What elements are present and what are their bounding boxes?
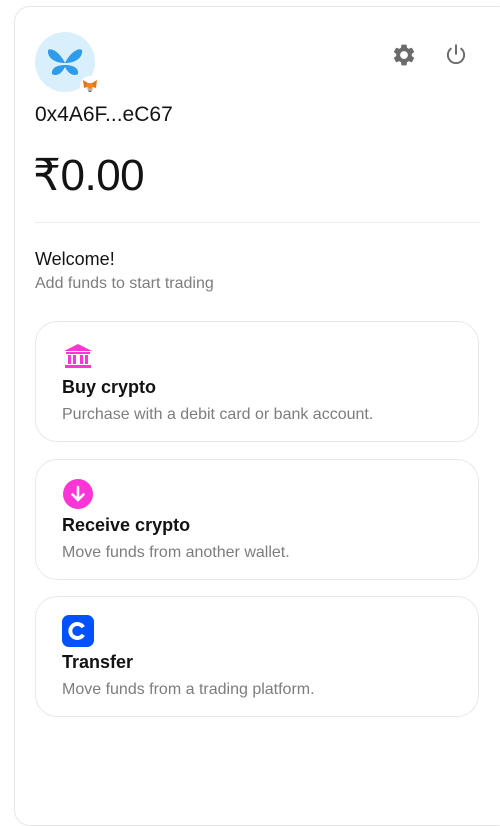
buy-crypto-title: Buy crypto (62, 377, 157, 397)
buy-crypto-card[interactable]: Buy crypto Purchase with a debit card or… (35, 321, 479, 442)
bank-icon (62, 340, 94, 372)
gear-icon (393, 44, 415, 66)
disconnect-button[interactable] (443, 42, 469, 68)
welcome-title: Welcome! (35, 249, 115, 269)
arrow-down-circle-icon (62, 478, 94, 510)
settings-button[interactable] (391, 42, 417, 68)
metamask-fox-icon (83, 80, 97, 92)
transfer-description: Move funds from a trading platform. (62, 681, 315, 698)
metamask-badge (80, 76, 100, 96)
welcome-subtitle: Add funds to start trading (35, 275, 214, 292)
buy-crypto-description: Purchase with a debit card or bank accou… (62, 406, 374, 423)
receive-crypto-card[interactable]: Receive crypto Move funds from another w… (35, 459, 479, 580)
transfer-title: Transfer (62, 652, 134, 672)
coinbase-icon (62, 615, 94, 647)
divider (35, 222, 480, 223)
wallet-balance: ₹0.00 (33, 151, 145, 200)
transfer-card[interactable]: Transfer Move funds from a trading platf… (35, 596, 479, 717)
receive-crypto-title: Receive crypto (62, 515, 191, 535)
wallet-address[interactable]: 0x4A6F...eC67 (35, 103, 173, 127)
power-icon (446, 44, 466, 64)
receive-crypto-description: Move funds from another wallet. (62, 544, 290, 561)
